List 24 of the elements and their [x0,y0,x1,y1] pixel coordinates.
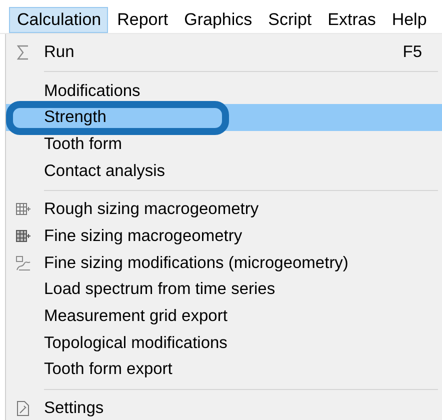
menu-item[interactable]: Measurement grid export [44,307,228,326]
menu-bar-item[interactable]: Help [384,7,434,33]
curve-icon [16,256,30,271]
menu-item[interactable]: Load spectrum from time series [44,280,276,300]
grid-icon [16,230,30,243]
document-icon [17,401,29,416]
menu-item[interactable]: Tooth form export [44,360,172,380]
sigma-icon [17,44,29,60]
menu-item[interactable]: Tooth form [44,134,122,154]
menu-item[interactable]: Fine sizing macrogeometry [44,226,242,246]
menu-bar-item[interactable]: Calculation [9,7,108,33]
menu-bar-item[interactable]: Graphics [176,7,260,33]
menu-bar-item[interactable]: Extras [320,7,383,33]
menu-item[interactable]: Contact analysis [44,162,166,181]
grid-icon [16,203,30,216]
menu-bar-item[interactable]: Report [109,7,176,33]
menu-item[interactable]: Settings [44,399,104,418]
shortcut-label: F5 [402,42,423,62]
menu-item[interactable]: Modifications [44,82,140,101]
menu-item[interactable]: Topological modifications [44,334,228,353]
menu-item[interactable]: Run F5 [6,39,442,66]
menu-item[interactable]: Rough sizing macrogeometry [44,200,259,220]
menu-bar-item[interactable]: Script [260,7,319,33]
menu-item[interactable]: Fine sizing modifications (microgeometry) [44,254,348,273]
